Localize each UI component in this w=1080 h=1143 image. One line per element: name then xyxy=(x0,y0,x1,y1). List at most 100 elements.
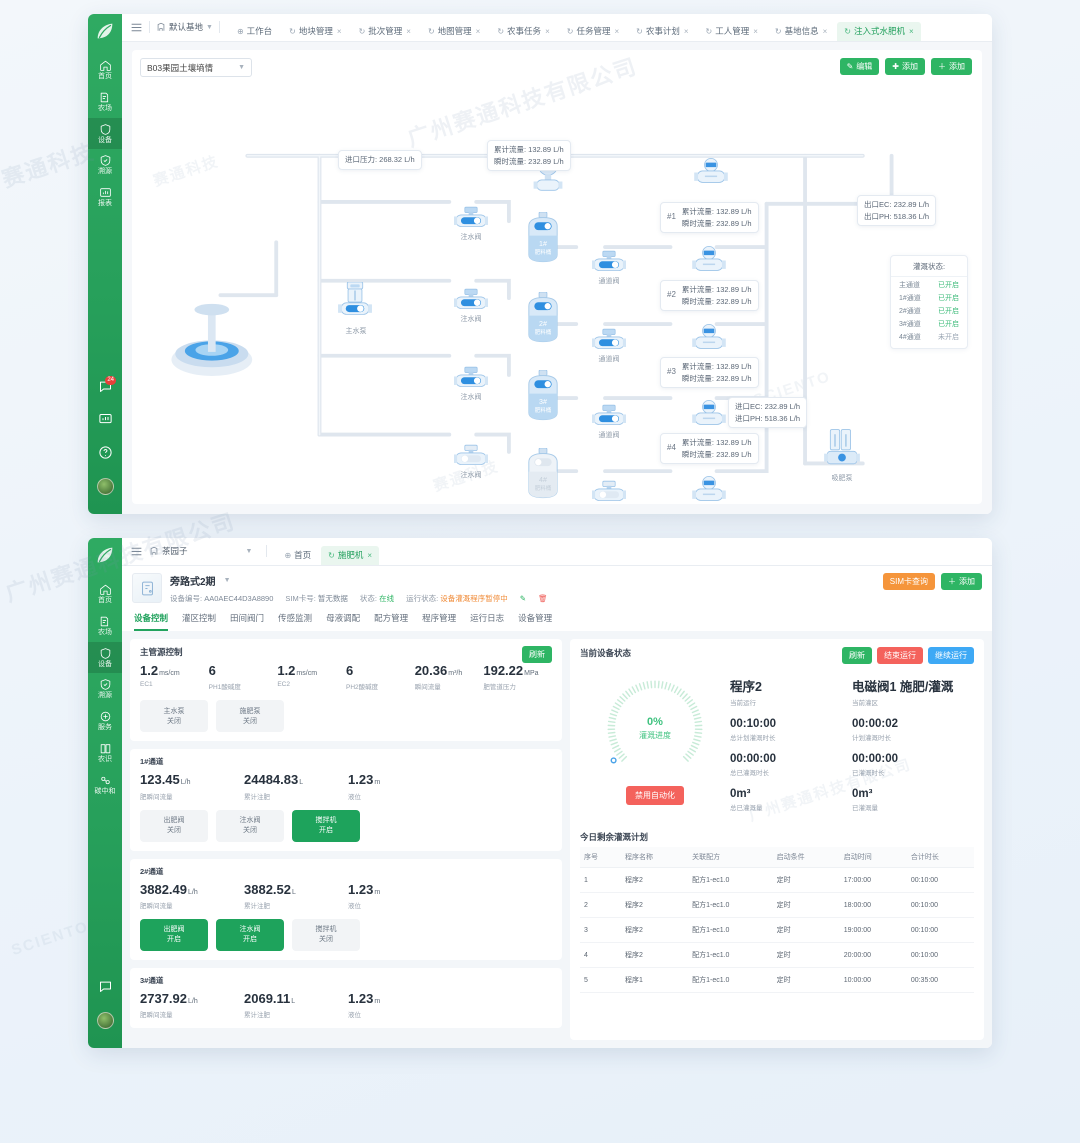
sidebar-item-设备[interactable]: 设备 xyxy=(88,117,122,150)
结束运行-button[interactable]: 结束运行 xyxy=(877,647,923,664)
sidebar-item-溯源[interactable]: 溯源 xyxy=(88,673,122,705)
flow-meter-icon[interactable] xyxy=(692,399,726,429)
flow-meter-icon[interactable] xyxy=(692,323,726,353)
diagram-node[interactable] xyxy=(692,245,726,280)
diagram-node[interactable] xyxy=(454,206,488,235)
tab-首页[interactable]: ⊕ 首页 xyxy=(277,546,318,565)
tab-施肥机[interactable]: ↻ 施肥机 × xyxy=(321,546,380,565)
chevron-down-icon[interactable]: ▼ xyxy=(224,577,231,584)
sidebar-item-溯源[interactable]: 溯源 xyxy=(88,149,122,181)
control-注水阀[interactable]: 注水阀 开启 xyxy=(216,918,284,951)
disable-automation-button[interactable]: 禁用自动化 xyxy=(626,786,684,805)
chevron-down-icon[interactable]: ▼ xyxy=(246,548,253,555)
tab-注入式水肥机[interactable]: ↻ 注入式水肥机 × xyxy=(837,22,921,41)
sidebar-item-服务[interactable]: 服务 xyxy=(88,705,122,737)
subtab-母液调配[interactable]: 母液调配 xyxy=(326,612,360,631)
close-icon[interactable]: × xyxy=(337,27,342,36)
tab-农事计划[interactable]: ↻ 农事计划 × xyxy=(629,22,695,41)
control-搅拌机[interactable]: 搅拌机 开启 xyxy=(292,809,360,842)
diagram-node[interactable] xyxy=(692,475,726,504)
close-icon[interactable]: × xyxy=(614,27,619,36)
diagram-node[interactable] xyxy=(824,428,860,475)
subtab-程序管理[interactable]: 程序管理 xyxy=(422,612,456,631)
diagram-node[interactable]: 2# 肥料桶 xyxy=(524,291,562,349)
menu-collapse-icon[interactable] xyxy=(130,21,143,34)
diagram-node[interactable] xyxy=(338,281,372,324)
close-icon[interactable]: × xyxy=(909,27,914,36)
control-出肥阀[interactable]: 出肥阀 关闭 xyxy=(140,809,208,842)
close-icon[interactable]: × xyxy=(406,27,411,36)
close-icon[interactable]: × xyxy=(545,27,550,36)
valve-icon[interactable] xyxy=(454,288,488,312)
fertilizer-tank-icon[interactable]: 2#肥料桶 xyxy=(524,291,562,344)
tab-工作台[interactable]: ⊕ 工作台 xyxy=(230,22,279,41)
diagram-node[interactable] xyxy=(454,366,488,395)
subtab-设备控制[interactable]: 设备控制 xyxy=(134,612,169,631)
valve-icon[interactable] xyxy=(592,328,626,352)
close-icon[interactable]: × xyxy=(684,27,689,36)
subtab-灌区控制[interactable]: 灌区控制 xyxy=(182,612,216,631)
monitor-icon[interactable] xyxy=(88,412,122,432)
menu-collapse-icon[interactable] xyxy=(130,545,143,558)
subtab-配方管理[interactable]: 配方管理 xyxy=(374,612,408,631)
control-注水阀[interactable]: 注水阀 关闭 xyxy=(216,809,284,842)
tab-基地信息[interactable]: ↻ 基地信息 × xyxy=(768,22,834,41)
diagram-node[interactable]: 1# 肥料桶 xyxy=(524,211,562,269)
fertilizer-tank-icon[interactable]: 4#肥料桶 xyxy=(524,447,562,500)
edit-icon[interactable]: ✎ xyxy=(520,594,526,603)
sidebar-item-农识[interactable]: 农识 xyxy=(88,737,122,769)
valve-icon[interactable] xyxy=(592,404,626,428)
diagram-node[interactable] xyxy=(592,480,626,504)
flow-meter-icon[interactable] xyxy=(692,475,726,504)
avatar[interactable] xyxy=(88,1012,122,1029)
diagram-node[interactable] xyxy=(592,250,626,279)
sidebar-item-设备[interactable]: 设备 xyxy=(88,641,122,674)
subtab-田间阀门[interactable]: 田间阀门 xyxy=(230,612,264,631)
diagram-node[interactable] xyxy=(592,328,626,357)
diagram-node[interactable] xyxy=(692,399,726,434)
diagram-node[interactable] xyxy=(692,323,726,358)
valve-icon[interactable] xyxy=(454,206,488,230)
diagram-node[interactable] xyxy=(592,404,626,433)
pump-icon[interactable] xyxy=(338,281,372,319)
tab-任务管理[interactable]: ↻ 任务管理 × xyxy=(560,22,626,41)
help-icon[interactable] xyxy=(88,445,122,465)
diagram-node[interactable] xyxy=(694,157,728,192)
diagram-node[interactable]: 4# 肥料桶 xyxy=(524,447,562,504)
chat-icon[interactable] xyxy=(88,979,122,999)
valve-icon[interactable] xyxy=(592,250,626,274)
subtab-传感监测[interactable]: 传感监测 xyxy=(278,612,312,631)
subtab-设备管理[interactable]: 设备管理 xyxy=(518,612,552,631)
valve-icon[interactable] xyxy=(454,444,488,468)
tab-批次管理[interactable]: ↻ 批次管理 × xyxy=(352,22,418,41)
control-主水泵[interactable]: 主水泵 关闭 xyxy=(140,700,208,733)
control-搅拌机[interactable]: 搅拌机 关闭 xyxy=(292,918,360,951)
flow-meter-icon[interactable] xyxy=(694,157,728,187)
flow-meter-icon[interactable] xyxy=(692,245,726,275)
refresh-button[interactable]: 刷新 xyxy=(522,646,552,663)
close-icon[interactable]: × xyxy=(367,551,372,560)
tab-农事任务[interactable]: ↻ 农事任务 × xyxy=(490,22,556,41)
subtab-运行日志[interactable]: 运行日志 xyxy=(470,612,504,631)
继续运行-button[interactable]: 继续运行 xyxy=(928,647,974,664)
delete-icon[interactable]: 🗑 xyxy=(538,594,548,603)
sidebar-item-首页[interactable]: 首页 xyxy=(88,578,122,610)
sidebar-item-首页[interactable]: 首页 xyxy=(88,54,122,86)
valve-icon[interactable] xyxy=(592,480,626,504)
sidebar-item-农场[interactable]: 农场 xyxy=(88,610,122,642)
diagram-node[interactable]: 3# 肥料桶 xyxy=(524,369,562,427)
tab-地图管理[interactable]: ↻ 地图管理 × xyxy=(421,22,487,41)
control-出肥阀[interactable]: 出肥阀 开启 xyxy=(140,918,208,951)
control-施肥泵[interactable]: 施肥泵 关闭 xyxy=(216,700,284,733)
sidebar-item-报表[interactable]: 报表 xyxy=(88,181,122,213)
tab-地块管理[interactable]: ↻ 地块管理 × xyxy=(282,22,348,41)
fertilizer-tank-icon[interactable]: 1#肥料桶 xyxy=(524,211,562,264)
fertilizer-tank-icon[interactable]: 3#肥料桶 xyxy=(524,369,562,422)
SIM卡查询-button[interactable]: SIM卡查询 xyxy=(882,573,935,590)
suction-pump-icon[interactable] xyxy=(824,428,860,470)
tab-工人管理[interactable]: ↻ 工人管理 × xyxy=(699,22,765,41)
close-icon[interactable]: × xyxy=(753,27,758,36)
close-icon[interactable]: × xyxy=(823,27,828,36)
刷新-button[interactable]: 刷新 xyxy=(842,647,872,664)
base-selector[interactable]: 茶园子 xyxy=(149,545,188,557)
